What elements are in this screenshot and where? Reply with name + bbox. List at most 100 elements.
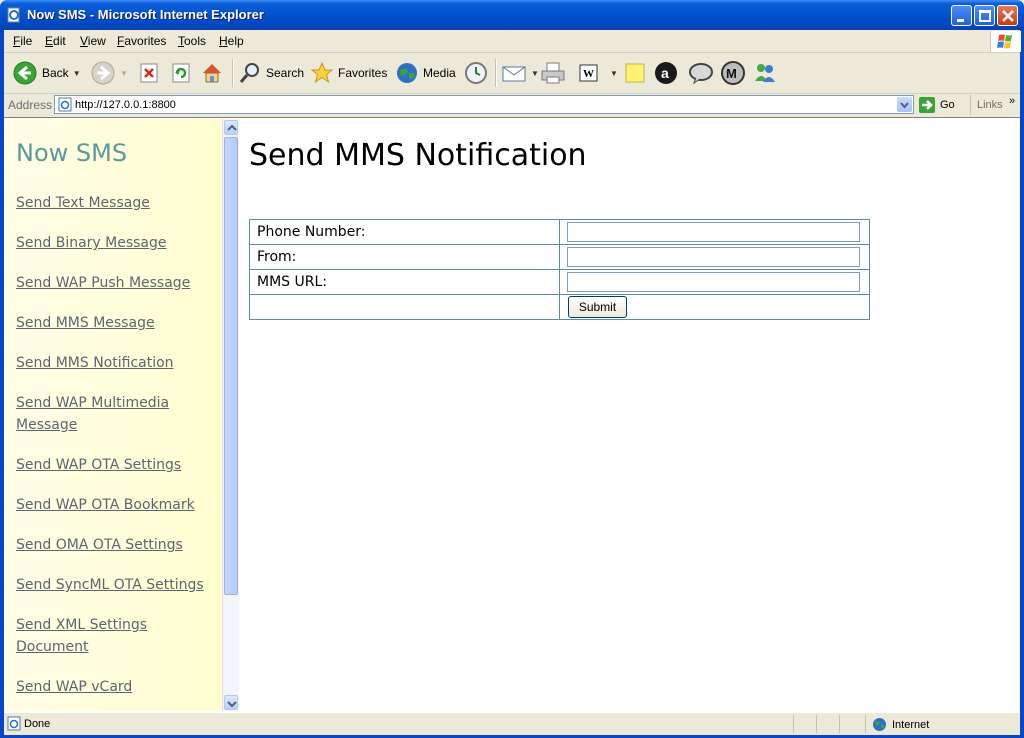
status-divider — [865, 715, 866, 733]
address-input[interactable]: http://127.0.0.1:8800 — [54, 95, 914, 114]
security-zone: Internet — [872, 717, 929, 732]
phone-number-label: Phone Number: — [257, 224, 366, 240]
edit-word-button[interactable]: W ▼ — [578, 57, 618, 89]
mms-url-input[interactable] — [567, 272, 860, 292]
nav-send-binary-message[interactable]: Send Binary Message — [16, 232, 211, 254]
printer-icon — [541, 62, 565, 84]
favorites-star-icon — [310, 61, 334, 84]
scroll-down-button[interactable] — [224, 695, 238, 710]
menu-edit[interactable]: Edit — [45, 34, 66, 48]
status-text: Done — [24, 718, 51, 730]
links-toolbar[interactable]: Links » — [970, 95, 1021, 115]
edit-dropdown-icon[interactable]: ▼ — [610, 69, 618, 78]
form-label-cell: Phone Number: — [250, 220, 560, 244]
search-icon — [239, 63, 259, 83]
nav-send-mms-message[interactable]: Send MMS Message — [16, 312, 211, 334]
from-label: From: — [257, 249, 297, 265]
minimize-icon — [957, 19, 964, 22]
refresh-icon — [172, 63, 190, 83]
speech-bubble-icon — [689, 63, 713, 85]
back-button[interactable]: Back ▼ — [12, 57, 81, 89]
page-favicon-icon — [58, 97, 72, 112]
discuss-button[interactable] — [624, 57, 646, 89]
address-label: Address — [8, 98, 53, 112]
forward-dropdown-icon[interactable]: ▼ — [120, 69, 128, 78]
svg-text:M: M — [726, 66, 737, 81]
svg-text:a: a — [661, 65, 669, 81]
search-button[interactable]: Search — [238, 57, 304, 89]
menu-favorites[interactable]: Favorites — [117, 34, 166, 48]
media-label: Media — [423, 66, 456, 80]
m-toolbar-button[interactable]: M — [720, 57, 746, 89]
scroll-up-button[interactable] — [224, 120, 238, 135]
maximize-button[interactable] — [974, 5, 995, 26]
nav-send-wap-ota-bookmark[interactable]: Send WAP OTA Bookmark — [16, 494, 211, 516]
minimize-button[interactable] — [951, 5, 972, 26]
word-edit-icon: W — [579, 64, 598, 82]
nav-send-syncml-ota-settings[interactable]: Send SyncML OTA Settings — [16, 574, 211, 596]
nav-send-oma-ota-settings[interactable]: Send OMA OTA Settings — [16, 534, 211, 556]
home-icon — [203, 64, 221, 83]
status-divider — [839, 715, 840, 733]
windows-logo — [990, 31, 1021, 52]
sidebar-scrollbar[interactable] — [222, 119, 239, 711]
amazon-button[interactable]: a — [654, 57, 678, 89]
form-row-submit: Submit — [250, 295, 869, 320]
favorites-label: Favorites — [338, 66, 388, 80]
go-button[interactable]: Go — [918, 96, 955, 114]
media-button[interactable]: Media — [395, 57, 456, 89]
nav-send-text-message[interactable]: Send Text Message — [16, 192, 211, 214]
nav-send-xml-settings-document[interactable]: Send XML Settings Document — [16, 614, 166, 658]
refresh-button[interactable] — [170, 57, 192, 89]
nav-send-wap-multimedia-message[interactable]: Send WAP Multimedia Message — [16, 392, 181, 436]
close-button[interactable] — [997, 5, 1018, 26]
page-done-icon — [7, 716, 21, 731]
m-logo-icon: M — [721, 61, 745, 85]
messenger-bubble-button[interactable] — [688, 57, 714, 89]
sidebar: Now SMS Send Text Message Send Binary Me… — [5, 119, 222, 711]
stop-button[interactable] — [138, 57, 160, 89]
go-arrow-icon — [919, 97, 935, 113]
address-url: http://127.0.0.1:8800 — [75, 99, 176, 111]
links-label: Links — [977, 99, 1003, 111]
menu-help[interactable]: Help — [219, 34, 244, 48]
back-label: Back — [42, 66, 69, 80]
print-button[interactable] — [540, 57, 566, 89]
address-bar: Address http://127.0.0.1:8800 Go Links » — [4, 94, 1020, 116]
from-input[interactable] — [567, 247, 860, 267]
phone-number-input[interactable] — [567, 222, 860, 242]
form-label-cell — [250, 295, 560, 320]
menu-tools[interactable]: Tools — [178, 34, 206, 48]
forward-button[interactable]: ▼ — [90, 57, 128, 89]
go-label: Go — [940, 99, 955, 111]
form-row-mms-url: MMS URL: — [250, 270, 869, 295]
nav-send-wap-ota-settings[interactable]: Send WAP OTA Settings — [16, 454, 211, 476]
submit-button[interactable]: Submit — [568, 296, 627, 318]
page-title: Send MMS Notification — [249, 138, 587, 173]
mail-dropdown-icon[interactable]: ▼ — [531, 69, 539, 78]
mms-url-label: MMS URL: — [257, 274, 327, 290]
menu-file[interactable]: File — [13, 34, 32, 48]
messenger-button[interactable] — [752, 57, 778, 89]
home-button[interactable] — [200, 57, 224, 89]
scroll-thumb[interactable] — [224, 137, 238, 595]
form-label-cell: MMS URL: — [250, 270, 560, 294]
nav-send-wap-push-message[interactable]: Send WAP Push Message — [16, 272, 211, 294]
back-dropdown-icon[interactable]: ▼ — [73, 69, 81, 78]
stop-icon — [140, 63, 158, 83]
nav-send-mms-notification[interactable]: Send MMS Notification — [16, 352, 211, 374]
title-bar: Now SMS - Microsoft Internet Explorer — [0, 0, 1024, 30]
mail-button[interactable]: ▼ — [501, 57, 539, 89]
sticky-note-icon — [625, 63, 645, 83]
forward-arrow-icon — [91, 61, 115, 85]
address-dropdown-button[interactable] — [897, 97, 912, 112]
history-button[interactable] — [463, 57, 489, 89]
chevron-down-icon — [900, 102, 909, 109]
form-row-from: From: — [250, 245, 869, 270]
nav-send-wap-vcard[interactable]: Send WAP vCard — [16, 676, 211, 698]
chevron-right-icon[interactable]: » — [1009, 95, 1015, 107]
favorites-button[interactable]: Favorites — [310, 57, 387, 89]
window-title: Now SMS - Microsoft Internet Explorer — [27, 7, 264, 22]
menu-view[interactable]: View — [80, 34, 106, 48]
svg-text:W: W — [583, 68, 594, 80]
